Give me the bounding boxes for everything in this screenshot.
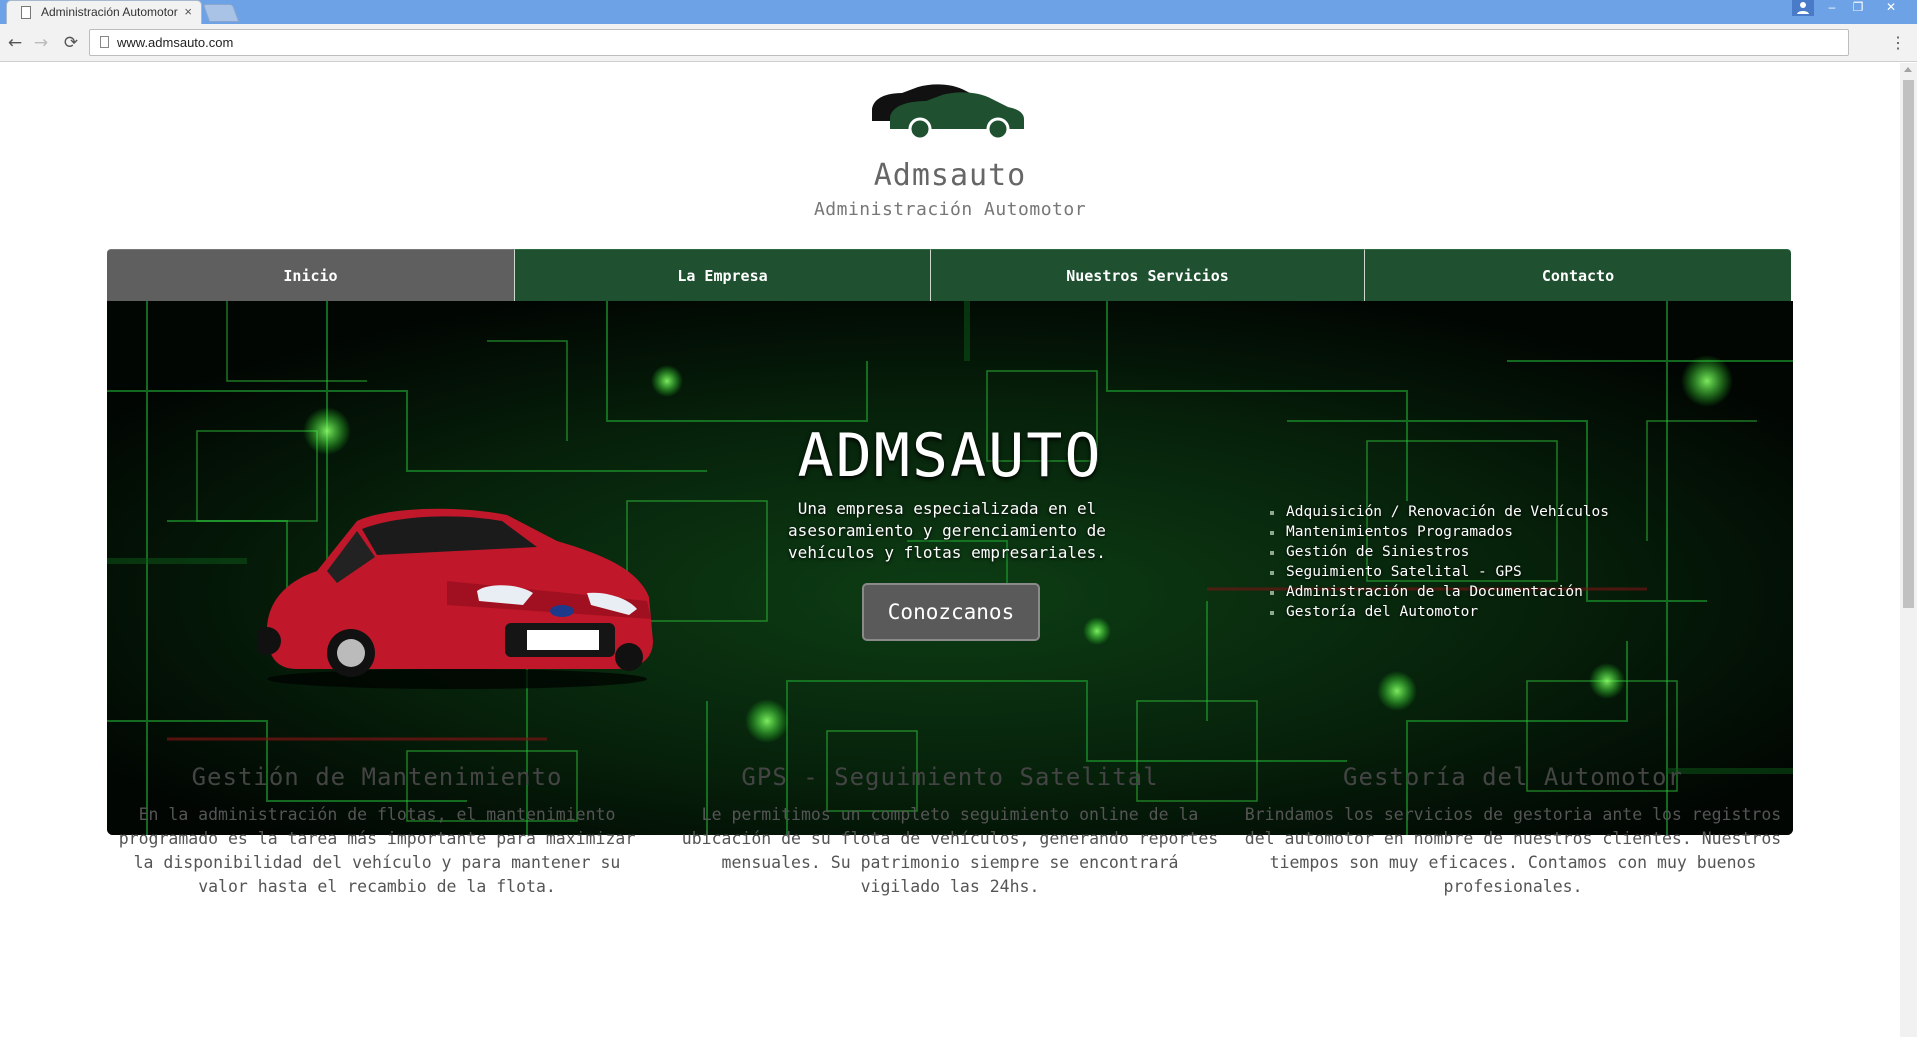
minimize-window-button[interactable]: – bbox=[1820, 0, 1844, 16]
red-car-image bbox=[257, 508, 653, 689]
feature-gps: GPS - Seguimiento Satelital Le permitimo… bbox=[680, 763, 1220, 899]
page-content: Admsauto Administración Automotor Inicio… bbox=[0, 63, 1900, 1037]
main-navigation: Inicio La Empresa Nuestros Servicios Con… bbox=[107, 249, 1791, 301]
features-section: Gestión de Mantenimiento En la administr… bbox=[107, 763, 1793, 1037]
site-name: Admsauto bbox=[873, 158, 1027, 193]
site-logo[interactable] bbox=[870, 81, 1026, 141]
page-icon bbox=[21, 6, 31, 19]
page-info-icon[interactable] bbox=[100, 36, 109, 48]
hero-banner: ADMSAUTO Una empresa especializada en el… bbox=[107, 301, 1793, 835]
feature-title: GPS - Seguimiento Satelital bbox=[741, 763, 1159, 791]
feature-title: Gestión de Mantenimiento bbox=[191, 763, 563, 791]
conozcanos-button[interactable]: Conozcanos bbox=[862, 583, 1040, 641]
profile-icon[interactable] bbox=[1792, 0, 1814, 16]
browser-titlebar: Administración Automotor × – ❐ ✕ bbox=[0, 0, 1917, 25]
feature-gestoria: Gestoría del Automotor Brindamos los ser… bbox=[1243, 763, 1783, 899]
tab-close-icon[interactable]: × bbox=[184, 4, 192, 19]
feature-text: En la administración de flotas, el mante… bbox=[118, 805, 636, 896]
feature-mantenimiento: Gestión de Mantenimiento En la administr… bbox=[107, 763, 647, 899]
nav-item-contacto[interactable]: Contacto bbox=[1365, 249, 1791, 301]
scroll-up-arrow-icon[interactable] bbox=[1904, 67, 1912, 72]
site-tagline: Administración Automotor bbox=[813, 199, 1087, 220]
list-item: Seguimiento Satelital - GPS bbox=[1270, 562, 1609, 582]
feature-text: Brindamos los servicios de gestoria ante… bbox=[1244, 805, 1782, 896]
page-scrollbar[interactable] bbox=[1900, 63, 1917, 1037]
scrollbar-thumb[interactable] bbox=[1903, 80, 1914, 608]
list-item: Administración de la Documentación bbox=[1270, 582, 1609, 602]
browser-tab[interactable]: Administración Automotor × bbox=[6, 0, 202, 25]
browser-toolbar: ← → ⟳ ⋮ bbox=[0, 24, 1917, 62]
hero-description: Una empresa especializada en el asesoram… bbox=[788, 499, 1106, 562]
restore-window-button[interactable]: ❐ bbox=[1846, 0, 1870, 16]
new-tab-button[interactable] bbox=[202, 4, 240, 22]
url-input[interactable] bbox=[117, 35, 717, 50]
close-window-button[interactable]: ✕ bbox=[1872, 0, 1910, 16]
nav-item-inicio[interactable]: Inicio bbox=[107, 249, 515, 301]
forward-arrow-icon[interactable]: → bbox=[30, 32, 52, 54]
hero-title: ADMSAUTO bbox=[797, 421, 1103, 491]
list-item: Gestión de Siniestros bbox=[1270, 542, 1609, 562]
kebab-menu-icon[interactable]: ⋮ bbox=[1890, 32, 1906, 54]
list-item: Gestoría del Automotor bbox=[1270, 602, 1609, 622]
back-arrow-icon[interactable]: ← bbox=[4, 32, 26, 54]
nav-item-nuestros-servicios[interactable]: Nuestros Servicios bbox=[931, 249, 1365, 301]
list-item: Mantenimientos Programados bbox=[1270, 522, 1609, 542]
feature-text: Le permitimos un completo seguimiento on… bbox=[681, 805, 1219, 896]
feature-title: Gestoría del Automotor bbox=[1343, 763, 1683, 791]
reload-icon[interactable]: ⟳ bbox=[60, 32, 82, 54]
address-bar[interactable] bbox=[89, 29, 1849, 56]
services-list: Adquisición / Renovación de Vehículos Ma… bbox=[1270, 502, 1609, 622]
nav-item-la-empresa[interactable]: La Empresa bbox=[515, 249, 931, 301]
tab-title: Administración Automotor bbox=[41, 5, 178, 19]
list-item: Adquisición / Renovación de Vehículos bbox=[1270, 502, 1609, 522]
